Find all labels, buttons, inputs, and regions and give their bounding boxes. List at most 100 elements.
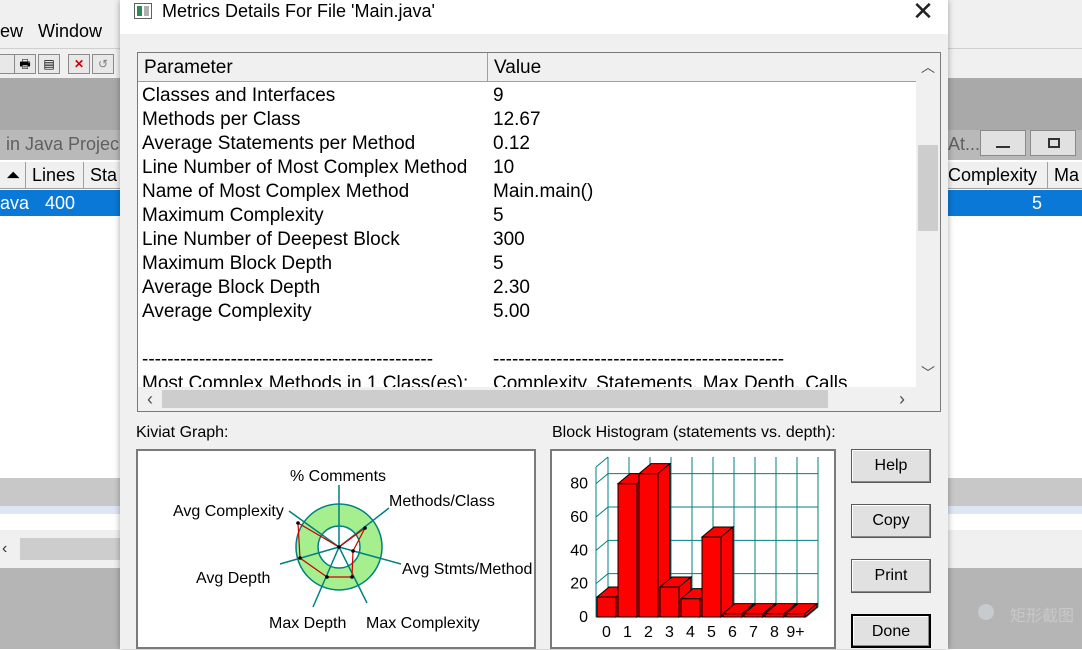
help-button[interactable]: Help [851, 449, 931, 483]
scroll-up-icon[interactable]: ︿ [916, 57, 940, 77]
delete-icon[interactable]: ✕ [68, 54, 90, 74]
row-max-complexity: 5 [1032, 193, 1043, 213]
table-row[interactable]: Line Number of Deepest Block 300 [138, 228, 916, 252]
histogram-bar [700, 525, 735, 619]
table-row[interactable]: Methods per Class 12.67 [138, 108, 916, 132]
value-cell: 2.30 [493, 277, 530, 298]
kiviat-graph: % Comments Methods/Class Avg Stmts/Metho… [173, 468, 532, 632]
preview-icon[interactable]: ▤ [38, 54, 60, 74]
parameter-cell: Methods per Class [142, 109, 301, 130]
y-tick-label: 80 [570, 476, 588, 493]
table-row[interactable]: Average Statements per Method 0.12 [138, 132, 916, 156]
value-cell: 5 [493, 205, 504, 226]
refresh-icon[interactable]: ↺ [92, 54, 114, 74]
parameter-cell: Line Number of Deepest Block [142, 229, 400, 250]
kiviat-axis-label: Avg Complexity [173, 503, 284, 520]
column-lines[interactable]: Lines [26, 162, 84, 188]
subwindow-title-right: At... [948, 134, 981, 154]
parameter-cell: Average Complexity [142, 301, 312, 322]
menu-window[interactable]: Window [38, 21, 102, 42]
parameter-cell: Most Complex Methods in 1 Class(es): [142, 373, 469, 387]
scroll-thumb[interactable] [20, 538, 120, 560]
grid-line [595, 506, 609, 518]
copy-button[interactable]: Copy [851, 504, 931, 538]
kiviat-axis-label: % Comments [290, 468, 386, 485]
table-row[interactable]: Maximum Block Depth 5 [138, 252, 916, 276]
value-cell: 5 [493, 253, 504, 274]
print-button[interactable]: Print [851, 559, 931, 593]
kiviat-axis-label: Avg Depth [196, 570, 270, 587]
watermark-text: 矩形截图 [1010, 608, 1075, 625]
table-row[interactable]: Line Number of Most Complex Method 10 [138, 156, 916, 180]
value-cell: Main.main() [493, 181, 594, 202]
row-file-name: ava [0, 193, 30, 213]
table-row[interactable]: Maximum Complexity 5 [138, 204, 916, 228]
done-button[interactable]: Done [851, 614, 931, 648]
table-row[interactable]: ----------------------------------------… [138, 348, 916, 372]
scroll-right-icon[interactable]: › [890, 389, 914, 409]
table-row[interactable]: Classes and Interfaces 9 [138, 84, 916, 108]
scrollbar-corner [916, 387, 940, 411]
table-row[interactable]: Average Block Depth 2.30 [138, 276, 916, 300]
row-lines: 400 [45, 193, 76, 213]
column-complexity[interactable]: Complexity [942, 162, 1048, 188]
dialog-title-bar[interactable]: Metrics Details For File 'Main.java' ✕ [120, 0, 948, 34]
column-parameter[interactable]: Parameter [138, 53, 488, 81]
x-tick-label: 4 [686, 624, 695, 641]
maximize-button[interactable] [1030, 130, 1076, 156]
value-cell: 10 [493, 157, 515, 178]
close-icon[interactable]: ✕ [908, 0, 938, 26]
column-statements[interactable]: Sta [84, 162, 124, 188]
parameter-cell: Classes and Interfaces [142, 85, 336, 106]
parameter-cell: Maximum Complexity [142, 205, 324, 226]
value-cell: 9 [493, 85, 504, 106]
value-cell: 5.00 [493, 301, 530, 322]
histogram-panel: 0 20 40 60 80 0 1 2 3 4 5 6 7 8 9+ [550, 449, 836, 649]
metrics-table-body: Classes and Interfaces 9 Methods per Class… [138, 82, 916, 387]
scroll-left-icon[interactable]: ‹ [138, 389, 162, 409]
value-cell: 12.67 [493, 109, 541, 130]
x-tick-label: 0 [602, 624, 611, 641]
parameter-cell: Name of Most Complex Method [142, 181, 410, 202]
x-tick-label: 2 [644, 624, 653, 641]
capture-icon [978, 604, 994, 620]
sort-icon[interactable]: ⏶ [0, 162, 26, 188]
vertical-scroll-thumb[interactable] [918, 145, 938, 231]
y-tick-label: 60 [570, 509, 588, 526]
app-icon [134, 3, 152, 19]
value-cell: Complexity, Statements, Max Depth, Calls [493, 373, 848, 387]
column-max[interactable]: Ma [1048, 162, 1082, 188]
kiviat-axis-label: Methods/Class [389, 493, 495, 510]
table-row[interactable]: Average Complexity 5.00 [138, 300, 916, 324]
y-tick-label: 40 [570, 542, 588, 559]
value-cell: 0.12 [493, 133, 530, 154]
value-cell: 300 [493, 229, 525, 250]
table-row[interactable] [138, 324, 916, 348]
menu-view[interactable]: ew [0, 21, 23, 42]
value-cell: ----------------------------------------… [493, 349, 785, 370]
axis-line [595, 456, 609, 468]
grid-line [595, 573, 609, 585]
grid-line [595, 473, 609, 485]
x-tick-label: 9+ [786, 624, 804, 641]
metrics-table[interactable]: Parameter Value Classes and Interfaces 9 M… [137, 52, 941, 412]
table-row[interactable]: Most Complex Methods in 1 Class(es): Comp… [138, 372, 916, 387]
grid-line [595, 539, 609, 551]
table-row[interactable]: Name of Most Complex Method Main.main() [138, 180, 916, 204]
scroll-down-icon[interactable]: ﹀ [916, 363, 940, 383]
dialog-title: Metrics Details For File 'Main.java' [162, 1, 435, 21]
print-icon[interactable]: 🖶 [14, 54, 36, 74]
column-value[interactable]: Value [488, 53, 916, 81]
y-tick-label: 20 [570, 576, 588, 593]
horizontal-scroll-thumb[interactable] [162, 390, 828, 408]
block-histogram: 0204060800 1 2 3 4 5 6 7 8 9+ [570, 456, 819, 641]
y-tick-label: 0 [579, 609, 588, 626]
horizontal-scrollbar[interactable]: ‹ › [138, 387, 916, 411]
kiviat-axis-label: Max Complexity [366, 615, 480, 632]
vertical-scrollbar[interactable]: ︿ ﹀ [916, 53, 940, 387]
parameter-cell: Line Number of Most Complex Method [142, 157, 468, 178]
parameter-cell: Maximum Block Depth [142, 253, 333, 274]
scroll-left-icon[interactable]: ‹ [2, 540, 7, 558]
x-tick-label: 7 [749, 624, 758, 641]
minimize-button[interactable] [980, 130, 1026, 156]
